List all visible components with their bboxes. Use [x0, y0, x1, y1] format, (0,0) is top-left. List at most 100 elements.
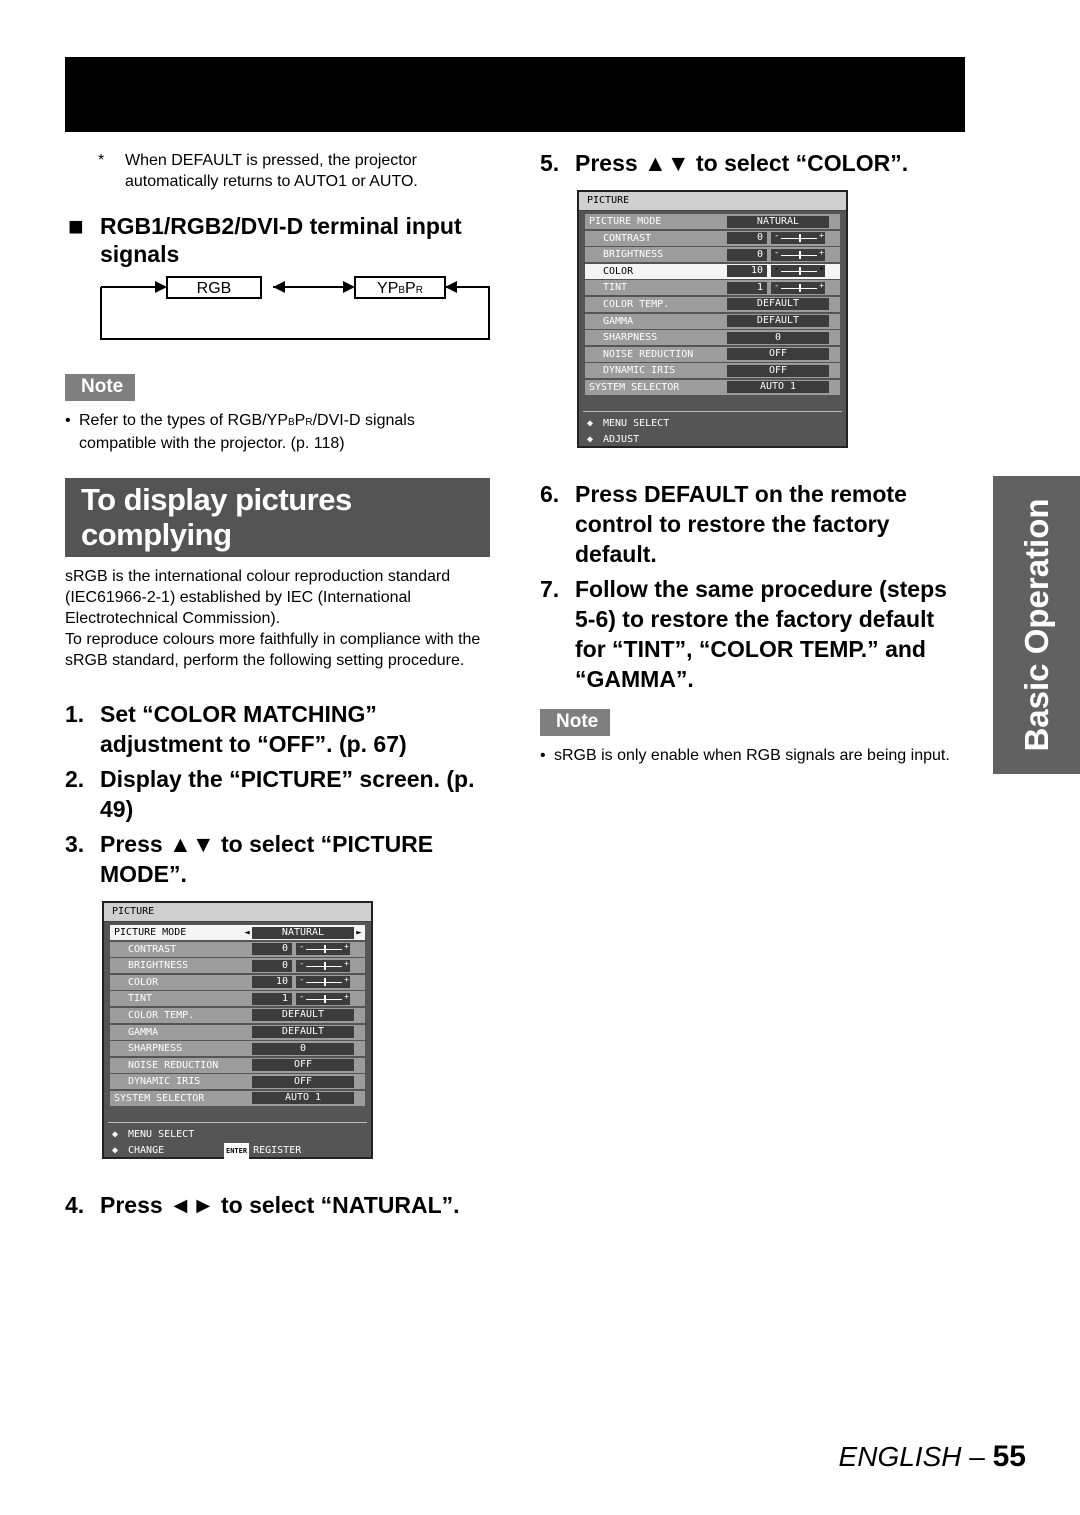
- osd-row-value: 0: [727, 331, 829, 344]
- arrow-right-icon: [155, 281, 167, 293]
- osd-row-label: NOISE REDUCTION: [128, 1059, 219, 1071]
- osd-row: GAMMA DEFAULT: [585, 313, 840, 329]
- note-tag-2: Note: [540, 709, 611, 736]
- osd-row-label: COLOR: [128, 976, 159, 988]
- osd-row-label: BRIGHTNESS: [603, 249, 664, 261]
- ypbpr-sub-r: R: [415, 285, 423, 296]
- chapter-tab-label: Basic Operation: [1017, 498, 1055, 752]
- note-2-bullet: • sRGB is only enable when RGB signals a…: [540, 745, 960, 766]
- arrow-right-icon: [343, 281, 355, 293]
- slider-knob: [799, 283, 801, 292]
- osd-row: GAMMA DEFAULT: [110, 1024, 365, 1040]
- osd-row-label: SHARPNESS: [128, 1043, 183, 1055]
- step-number: 6.: [540, 481, 560, 507]
- osd-slider: - +: [771, 280, 825, 294]
- osd-row: DYNAMIC IRIS OFF: [110, 1074, 365, 1090]
- up-down-arrow-icon: ◆: [587, 417, 594, 429]
- step-number: 4.: [65, 1192, 85, 1218]
- osd-row-label: CONTRAST: [128, 943, 177, 955]
- osd-row: NOISE REDUCTION OFF: [110, 1057, 365, 1073]
- osd-row-value: NATURAL: [727, 215, 829, 228]
- osd-row-value: NATURAL: [252, 926, 354, 939]
- osd-row-label: GAMMA: [603, 315, 634, 327]
- step-7: 7. Follow the same procedure (steps 5-6)…: [540, 574, 960, 694]
- arrow-left-icon: [273, 281, 285, 293]
- banner-line-1: To display pictures complying: [81, 482, 352, 552]
- note-label: Note: [540, 709, 611, 736]
- osd-row-value: 10: [727, 265, 767, 278]
- footer-language: ENGLISH: [838, 1441, 962, 1472]
- step-3: 3. Press ▲▼ to select “PICTURE MODE”.: [65, 829, 490, 889]
- step-text: Press ▲▼ to select “COLOR”.: [575, 150, 909, 176]
- left-right-arrow-icon: ◆: [112, 1144, 119, 1156]
- note-1-part: P: [294, 412, 306, 429]
- slider-knob: [324, 994, 326, 1003]
- step-number: 2.: [65, 766, 85, 792]
- plus-icon: +: [344, 975, 349, 985]
- osd-rows: PICTURE MODE ◄ NATURAL ► CONTRAST 0- + BRIGHTNE…: [104, 922, 371, 1106]
- right-arrow-icon: ►: [356, 927, 362, 938]
- step-text: Set “COLOR MATCHING” adjustment to “OFF”…: [100, 701, 407, 757]
- osd-row: COLOR TEMP. DEFAULT: [110, 1007, 365, 1023]
- step-4: 4. Press ◄► to select “NATURAL”.: [65, 1190, 495, 1220]
- asterisk-note: * When DEFAULT is pressed, the projector…: [98, 150, 478, 192]
- osd-row: SHARPNESS 0: [585, 330, 840, 346]
- osd-row: PICTURE MODE NATURAL: [585, 214, 840, 229]
- intro-paragraph-1: sRGB is the international colour reprodu…: [65, 568, 451, 627]
- osd-row-value: 0: [252, 959, 292, 972]
- plus-icon: +: [819, 280, 824, 290]
- osd-row-value: 0: [727, 248, 767, 261]
- header-bar: [65, 57, 965, 132]
- intro-paragraph-2: To reproduce colours more faithfully in …: [65, 631, 481, 669]
- minus-icon: -: [299, 942, 305, 953]
- bullet-icon: •: [65, 412, 71, 429]
- step-number: 7.: [540, 576, 560, 602]
- minus-icon: -: [774, 231, 780, 242]
- plus-icon: +: [344, 958, 349, 968]
- plus-icon: +: [344, 991, 349, 1001]
- slider-knob: [799, 234, 801, 243]
- osd-slider: - +: [771, 247, 825, 261]
- osd-row: SYSTEM SELECTOR AUTO 1: [110, 1090, 365, 1106]
- step-1: 1. Set “COLOR MATCHING” adjustment to “O…: [65, 699, 490, 759]
- osd-row: COLOR 10- +: [110, 974, 365, 990]
- osd-row: SYSTEM SELECTOR AUTO 1: [585, 379, 840, 395]
- minus-icon: -: [299, 958, 305, 969]
- osd-row-label: SYSTEM SELECTOR: [589, 381, 680, 393]
- step-text: Press DEFAULT on the remote control to r…: [575, 481, 907, 567]
- osd-row: BRIGHTNESS 0- +: [110, 958, 365, 974]
- osd-row-label: BRIGHTNESS: [128, 960, 189, 972]
- chapter-side-tab: Basic Operation: [993, 476, 1080, 774]
- minus-icon: -: [774, 247, 780, 258]
- osd-row-value: 0: [252, 1042, 354, 1055]
- step-text: Press ◄► to select “NATURAL”.: [100, 1192, 460, 1218]
- page-footer: ENGLISH – 55: [839, 1440, 1026, 1474]
- osd-row: BRIGHTNESS 0 - +: [585, 247, 840, 263]
- osd-row-value: OFF: [727, 364, 829, 377]
- osd-slider: - +: [296, 958, 350, 972]
- minus-icon: -: [299, 991, 305, 1002]
- osd-row-value: 1: [252, 992, 292, 1005]
- note-1-sub: R: [305, 417, 313, 428]
- osd-footer: ◆ MENU SELECT ◆ CHANGE ENTER REGISTER: [104, 1123, 371, 1163]
- step-text: Follow the same procedure (steps 5-6) to…: [575, 576, 947, 692]
- note-1-bullet: • Refer to the types of RGB/YPBPR/DVI-D …: [65, 410, 485, 454]
- picture-menu-osd-color: PICTURE PICTURE MODE NATURAL CONTRAST 0- + BR…: [577, 190, 848, 448]
- up-down-arrow-icon: ◆: [112, 1128, 119, 1140]
- slider-knob: [799, 267, 801, 276]
- picture-menu-osd: PICTURE PICTURE MODE ◄ NATURAL ► CONTRAST 0- +…: [102, 901, 373, 1159]
- plus-icon: +: [819, 264, 824, 274]
- step-text: Display the “PICTURE” screen. (p. 49): [100, 766, 475, 822]
- square-bullet-icon: ■: [68, 211, 84, 241]
- osd-slider: - +: [296, 975, 350, 989]
- rgb-label: RGB: [196, 280, 232, 297]
- osd-row-value: OFF: [252, 1059, 354, 1072]
- osd-row-label: CONTRAST: [603, 232, 652, 244]
- osd-title: PICTURE: [579, 192, 846, 211]
- left-arrow-icon: ◄: [244, 927, 250, 938]
- menu-select-hint: MENU SELECT: [603, 417, 670, 429]
- osd-row-label: PICTURE MODE: [589, 216, 662, 227]
- change-hint: CHANGE: [128, 1144, 165, 1156]
- minus-icon: -: [774, 264, 780, 275]
- step-text: Press ▲▼ to select “PICTURE MODE”.: [100, 831, 434, 887]
